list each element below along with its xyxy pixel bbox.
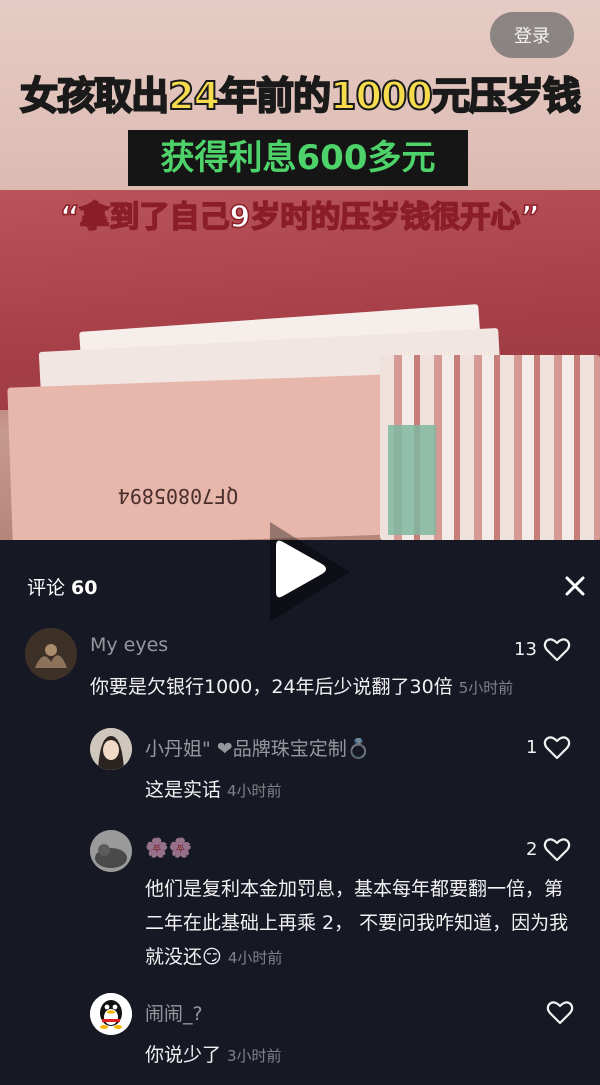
comment-body: 这是实话 [145, 779, 222, 801]
video-quote: “拿到了自己9岁时的压岁钱很开心” [59, 199, 541, 236]
like-count: 13 [514, 638, 537, 660]
like-button[interactable] [540, 999, 574, 1025]
comment-time: 4小时前 [227, 949, 283, 967]
comment-reply: 🌸🌸 他们是复利本金加罚息，基本每年都要翻一倍，第二年在此基础上再乘 2， 不要… [0, 830, 600, 970]
like-button[interactable]: 2 [526, 836, 571, 862]
login-button[interactable]: 登录 [490, 12, 574, 58]
heart-icon [544, 736, 571, 760]
play-icon[interactable] [240, 512, 360, 632]
banknote-security-strip [388, 425, 436, 535]
comment-author[interactable]: My eyes [90, 634, 168, 656]
comment-body: 你说少了 [145, 1044, 222, 1066]
video-subhead: 获得利息600多元 [128, 130, 468, 186]
heart-icon [543, 638, 571, 662]
comment-reply: 小丹姐" ❤品牌珠宝定制💍 这是实话 4小时前 1 [0, 728, 600, 808]
comments-header: 评论 60 [27, 573, 97, 600]
like-button[interactable]: 1 [526, 734, 571, 760]
comment-text: 你说少了 3小时前 [145, 1038, 565, 1073]
comment-reply: 闹闹_? 你说少了 3小时前 [0, 993, 600, 1073]
comment-body: 你要是欠银行1000，24年后少说翻了30倍 [90, 676, 453, 698]
like-button[interactable]: 13 [514, 636, 571, 662]
comment-author[interactable]: 闹闹_? [145, 999, 203, 1026]
comment-author[interactable]: 🌸🌸 [145, 836, 192, 859]
video-headline: 女孩取出24年前的1000元压岁钱 [19, 73, 582, 119]
comment-text: 你要是欠银行1000，24年后少说翻了30倍 5小时前 [90, 670, 570, 705]
comment-text: 他们是复利本金加罚息，基本每年都要翻一倍，第二年在此基础上再乘 2， 不要问我咋… [145, 872, 575, 975]
comments-count: 60 [71, 577, 98, 599]
comment-time: 4小时前 [227, 782, 282, 800]
like-count: 1 [526, 736, 538, 758]
comment-time: 5小时前 [458, 679, 514, 697]
avatar[interactable] [25, 628, 77, 680]
comment-body: 他们是复利本金加罚息，基本每年都要翻一倍，第二年在此基础上再乘 2， 不要问我咋… [145, 878, 569, 968]
comment-time: 3小时前 [227, 1047, 282, 1065]
avatar[interactable] [90, 830, 132, 872]
avatar[interactable] [90, 728, 132, 770]
comments-title: 评论 [27, 577, 66, 599]
video-player[interactable]: QF70805894 女孩取出24年前的1000元压岁钱 获得利息600多元 “… [0, 0, 600, 540]
heart-icon [546, 1001, 574, 1025]
like-count: 2 [526, 838, 538, 860]
comment-author[interactable]: 小丹姐" ❤品牌珠宝定制💍 [145, 734, 370, 761]
heart-icon [544, 838, 571, 862]
comment-text: 这是实话 4小时前 [145, 773, 565, 808]
avatar[interactable] [90, 993, 132, 1035]
banknote-serial: QF70805894 [117, 484, 239, 508]
comment-item: My eyes 你要是欠银行1000，24年后少说翻了30倍 5小时前 13 [0, 628, 600, 708]
close-icon[interactable] [562, 573, 588, 599]
